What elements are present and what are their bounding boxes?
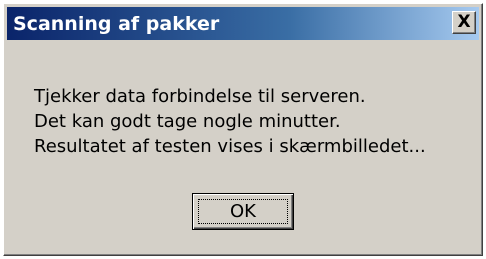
ok-button-label: OK <box>230 201 256 222</box>
message-text: Tjekker data forbindelse til serveren. D… <box>34 84 426 159</box>
title-bar[interactable]: Scanning af pakker X <box>7 7 479 40</box>
close-icon: X <box>457 12 471 32</box>
message-dialog: Scanning af pakker X Tjekker data forbin… <box>3 3 483 256</box>
close-button[interactable]: X <box>452 11 476 34</box>
ok-button[interactable]: OK <box>192 193 294 230</box>
window-title: Scanning af pakker <box>13 12 220 35</box>
message-line: Det kan godt tage nogle minutter. <box>34 111 341 132</box>
message-line: Tjekker data forbindelse til serveren. <box>34 86 366 107</box>
message-line: Resultatet af testen vises i skærmbilled… <box>34 136 426 157</box>
